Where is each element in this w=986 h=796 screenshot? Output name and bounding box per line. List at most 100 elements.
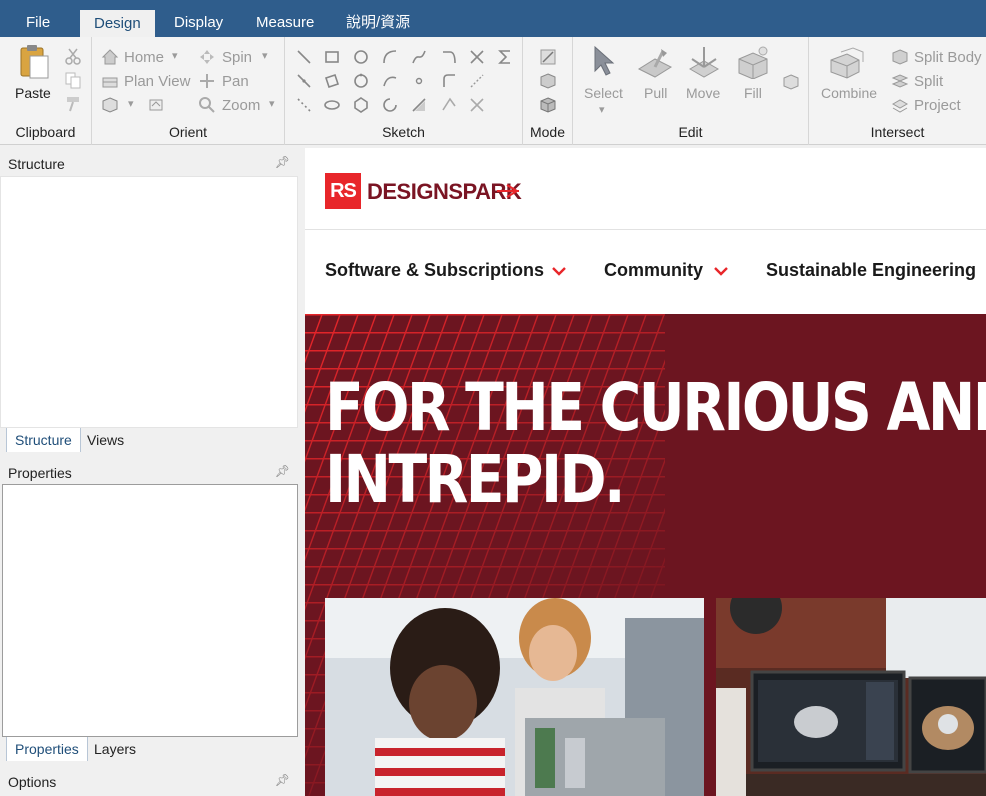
options-panel-title: Options [8,774,57,790]
plan-view-icon[interactable] [101,72,119,90]
menu-bar: File Design Display Measure 說明/資源 [0,0,986,37]
view-cube-icon[interactable] [101,96,119,114]
paste-icon[interactable] [18,44,50,80]
pan-button[interactable]: Pan [222,73,249,90]
tangent-arc-icon[interactable] [440,48,458,66]
pull-button[interactable]: Pull [644,85,667,101]
pin-icon[interactable]: 📌︎ [275,773,290,787]
pan-icon[interactable] [198,72,216,90]
trim-icon[interactable] [468,48,486,66]
select-button[interactable]: Select [584,85,623,101]
home-icon[interactable] [101,48,119,66]
tweak-face-icon[interactable] [782,73,800,91]
select-dropdown-arrow-icon[interactable]: ▾ [599,103,605,116]
fill-button[interactable]: Fill [744,85,762,101]
nav-sustainable-engineering[interactable]: Sustainable Engineering [766,260,976,281]
hero-title: FOR THE CURIOUS AND INTREPID. [325,372,986,516]
tab-properties[interactable]: Properties [6,737,88,761]
sum-icon[interactable] [496,48,514,66]
combine-icon[interactable] [829,46,867,80]
move-button[interactable]: Move [686,85,720,101]
arc-tool-icon[interactable] [381,48,399,66]
structure-panel-tabs: Structure Views [0,428,298,452]
line-tool-icon[interactable] [295,48,313,66]
view-orientation-icon[interactable] [147,96,165,114]
3d-mode-icon[interactable] [539,96,557,114]
split-icon[interactable] [891,72,909,90]
structure-panel-title: Structure [8,156,65,172]
point-tool-icon[interactable] [410,72,428,90]
structure-tree[interactable] [0,176,298,428]
tab-help-resources[interactable]: 說明/資源 [332,9,424,37]
fill-icon[interactable] [735,45,771,79]
tab-design[interactable]: Design [80,10,155,37]
circle-tool-icon[interactable] [352,48,370,66]
three-point-rectangle-icon[interactable] [323,72,341,90]
zoom-button[interactable]: Zoom [222,97,260,114]
web-viewport[interactable]: RS DESIGNSPARK Software & Subscriptions … [305,148,986,796]
split-body-icon[interactable] [891,48,909,66]
pull-icon[interactable] [637,47,673,79]
properties-panel-header: Properties 📌︎ [0,461,298,485]
chevron-down-icon[interactable] [713,264,729,276]
view-dropdown-arrow-icon[interactable]: ▾ [128,97,134,110]
spin-button[interactable]: Spin [222,49,252,66]
create-corner-icon[interactable] [468,96,486,114]
zoom-icon[interactable] [198,96,216,114]
tab-file[interactable]: File [12,9,64,37]
offset-curve-icon[interactable] [440,72,458,90]
options-panel-header: Options 📌︎ [0,770,298,794]
pin-icon[interactable]: 📌︎ [275,155,290,169]
split-button[interactable]: Split [914,73,943,90]
polygon-tool-icon[interactable] [352,96,370,114]
home-dropdown-arrow-icon[interactable]: ▾ [172,49,178,62]
sweep-arc-icon[interactable] [381,96,399,114]
orient-group: Home ▾ Plan View ▾ Spin ▾ Pan Zoom ▾ Ori… [92,37,285,145]
home-button[interactable]: Home [124,49,164,66]
main-navigation: Software & Subscriptions Community Susta… [305,230,986,314]
dashed-line-icon[interactable] [295,96,313,114]
copy-icon[interactable] [64,71,82,89]
sketch-mode-icon[interactable] [539,48,557,66]
properties-panel-title: Properties [8,465,72,481]
tab-structure[interactable]: Structure [6,428,81,452]
nav-software-subscriptions[interactable]: Software & Subscriptions [325,260,544,281]
project-button[interactable]: Project [914,97,961,114]
section-mode-icon[interactable] [539,72,557,90]
construction-line-icon[interactable] [468,72,486,90]
three-point-arc-icon[interactable] [381,72,399,90]
format-painter-icon[interactable] [64,95,82,113]
chevron-down-icon[interactable] [551,264,567,276]
ellipse-tool-icon[interactable] [323,96,341,114]
ribbon: Paste Clipboard Home ▾ Plan View ▾ Spin … [0,37,986,145]
project-to-sketch-icon[interactable] [440,96,458,114]
split-body-button[interactable]: Split Body [914,49,982,66]
cut-icon[interactable] [64,47,82,65]
orient-group-title: Orient [168,124,208,140]
paste-button[interactable]: Paste [15,85,51,101]
zoom-dropdown-arrow-icon[interactable]: ▾ [269,97,275,110]
clipboard-group: Paste Clipboard [0,37,92,145]
spline-tool-icon[interactable] [410,48,428,66]
move-icon[interactable] [686,45,722,79]
tab-views[interactable]: Views [79,428,132,452]
rectangle-tool-icon[interactable] [323,48,341,66]
plan-view-button[interactable]: Plan View [124,73,190,90]
tab-display[interactable]: Display [160,9,237,37]
spin-dropdown-arrow-icon[interactable]: ▾ [262,49,268,62]
tab-layers[interactable]: Layers [86,737,144,761]
spin-icon[interactable] [198,48,216,66]
select-icon[interactable] [591,45,617,79]
tab-measure[interactable]: Measure [242,9,328,37]
project-icon[interactable] [891,96,909,114]
polyline-tool-icon[interactable] [295,72,313,90]
nav-community[interactable]: Community [604,260,703,281]
combine-button[interactable]: Combine [821,85,877,101]
hero-title-line-2: INTREPID. [325,441,626,518]
pin-icon[interactable]: 📌︎ [275,464,290,478]
clipboard-group-title: Clipboard [15,124,76,140]
edit-group: Select ▾ Pull Move Fill Edit [573,37,809,145]
three-point-circle-icon[interactable] [352,72,370,90]
bend-icon[interactable] [410,96,428,114]
properties-grid[interactable] [2,484,298,737]
